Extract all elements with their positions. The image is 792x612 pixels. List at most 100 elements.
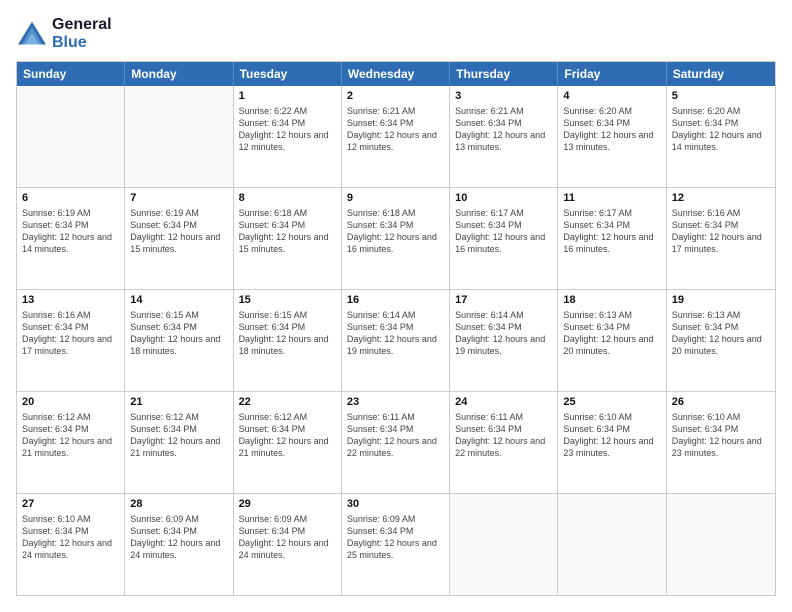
day-info: Sunrise: 6:22 AMSunset: 6:34 PMDaylight:… xyxy=(239,105,336,154)
day-number: 14 xyxy=(130,293,227,308)
day-number: 30 xyxy=(347,497,444,512)
calendar-cell: 23Sunrise: 6:11 AMSunset: 6:34 PMDayligh… xyxy=(342,392,450,493)
calendar-cell: 8Sunrise: 6:18 AMSunset: 6:34 PMDaylight… xyxy=(234,188,342,289)
day-number: 7 xyxy=(130,191,227,206)
day-number: 16 xyxy=(347,293,444,308)
calendar-cell xyxy=(667,494,775,595)
day-number: 21 xyxy=(130,395,227,410)
calendar-cell: 25Sunrise: 6:10 AMSunset: 6:34 PMDayligh… xyxy=(558,392,666,493)
calendar-cell: 1Sunrise: 6:22 AMSunset: 6:34 PMDaylight… xyxy=(234,86,342,187)
calendar-header: SundayMondayTuesdayWednesdayThursdayFrid… xyxy=(17,62,775,86)
day-number: 20 xyxy=(22,395,119,410)
calendar-cell: 18Sunrise: 6:13 AMSunset: 6:34 PMDayligh… xyxy=(558,290,666,391)
logo-line2: Blue xyxy=(52,34,112,52)
day-info: Sunrise: 6:10 AMSunset: 6:34 PMDaylight:… xyxy=(672,411,770,460)
calendar-row: 1Sunrise: 6:22 AMSunset: 6:34 PMDaylight… xyxy=(17,86,775,187)
day-info: Sunrise: 6:16 AMSunset: 6:34 PMDaylight:… xyxy=(22,309,119,358)
day-number: 18 xyxy=(563,293,660,308)
day-number: 25 xyxy=(563,395,660,410)
calendar-cell xyxy=(450,494,558,595)
logo-icon xyxy=(16,20,48,48)
calendar-cell: 4Sunrise: 6:20 AMSunset: 6:34 PMDaylight… xyxy=(558,86,666,187)
day-info: Sunrise: 6:12 AMSunset: 6:34 PMDaylight:… xyxy=(239,411,336,460)
weekday-header: Sunday xyxy=(17,62,125,86)
calendar-cell: 19Sunrise: 6:13 AMSunset: 6:34 PMDayligh… xyxy=(667,290,775,391)
day-number: 10 xyxy=(455,191,552,206)
calendar-cell: 7Sunrise: 6:19 AMSunset: 6:34 PMDaylight… xyxy=(125,188,233,289)
day-info: Sunrise: 6:17 AMSunset: 6:34 PMDaylight:… xyxy=(455,207,552,256)
day-number: 5 xyxy=(672,89,770,104)
day-number: 6 xyxy=(22,191,119,206)
day-number: 9 xyxy=(347,191,444,206)
day-info: Sunrise: 6:15 AMSunset: 6:34 PMDaylight:… xyxy=(239,309,336,358)
day-number: 4 xyxy=(563,89,660,104)
day-number: 26 xyxy=(672,395,770,410)
weekday-header: Monday xyxy=(125,62,233,86)
calendar-cell: 11Sunrise: 6:17 AMSunset: 6:34 PMDayligh… xyxy=(558,188,666,289)
day-info: Sunrise: 6:21 AMSunset: 6:34 PMDaylight:… xyxy=(455,105,552,154)
calendar-cell: 27Sunrise: 6:10 AMSunset: 6:34 PMDayligh… xyxy=(17,494,125,595)
day-info: Sunrise: 6:10 AMSunset: 6:34 PMDaylight:… xyxy=(22,513,119,562)
day-info: Sunrise: 6:13 AMSunset: 6:34 PMDaylight:… xyxy=(672,309,770,358)
day-info: Sunrise: 6:20 AMSunset: 6:34 PMDaylight:… xyxy=(672,105,770,154)
calendar-cell: 15Sunrise: 6:15 AMSunset: 6:34 PMDayligh… xyxy=(234,290,342,391)
logo: General Blue xyxy=(16,16,112,51)
day-info: Sunrise: 6:11 AMSunset: 6:34 PMDaylight:… xyxy=(455,411,552,460)
day-number: 2 xyxy=(347,89,444,104)
day-number: 8 xyxy=(239,191,336,206)
calendar-row: 20Sunrise: 6:12 AMSunset: 6:34 PMDayligh… xyxy=(17,391,775,493)
calendar-row: 6 Sunrise: 6:19 AMSunset: 6:34 PMDaylight… xyxy=(17,187,775,289)
day-number: 11 xyxy=(563,191,660,206)
day-info: Sunrise: 6:09 AMSunset: 6:34 PMDaylight:… xyxy=(347,513,444,562)
logo-line1: General xyxy=(52,16,112,34)
day-info: Sunrise: 6:12 AMSunset: 6:34 PMDaylight:… xyxy=(130,411,227,460)
calendar-cell: 3Sunrise: 6:21 AMSunset: 6:34 PMDaylight… xyxy=(450,86,558,187)
calendar-cell: 10Sunrise: 6:17 AMSunset: 6:34 PMDayligh… xyxy=(450,188,558,289)
calendar-cell: 9Sunrise: 6:18 AMSunset: 6:34 PMDaylight… xyxy=(342,188,450,289)
day-number: 29 xyxy=(239,497,336,512)
day-number: 15 xyxy=(239,293,336,308)
day-info: Sunrise: 6:11 AMSunset: 6:34 PMDaylight:… xyxy=(347,411,444,460)
day-info: Sunrise: 6:09 AMSunset: 6:34 PMDaylight:… xyxy=(130,513,227,562)
calendar-cell xyxy=(125,86,233,187)
weekday-header: Friday xyxy=(558,62,666,86)
calendar-cell: 21Sunrise: 6:12 AMSunset: 6:34 PMDayligh… xyxy=(125,392,233,493)
day-info: Sunrise: 6:21 AMSunset: 6:34 PMDaylight:… xyxy=(347,105,444,154)
calendar-cell: 13Sunrise: 6:16 AMSunset: 6:34 PMDayligh… xyxy=(17,290,125,391)
calendar-cell: 20Sunrise: 6:12 AMSunset: 6:34 PMDayligh… xyxy=(17,392,125,493)
day-number: 3 xyxy=(455,89,552,104)
calendar-cell: 14Sunrise: 6:15 AMSunset: 6:34 PMDayligh… xyxy=(125,290,233,391)
calendar-cell: 12Sunrise: 6:16 AMSunset: 6:34 PMDayligh… xyxy=(667,188,775,289)
calendar-cell: 5Sunrise: 6:20 AMSunset: 6:34 PMDaylight… xyxy=(667,86,775,187)
day-number: 24 xyxy=(455,395,552,410)
day-info: Sunrise: 6:14 AMSunset: 6:34 PMDaylight:… xyxy=(347,309,444,358)
calendar-cell: 6Sunrise: 6:19 AMSunset: 6:34 PMDaylight… xyxy=(17,188,125,289)
day-info: Sunrise: 6:17 AMSunset: 6:34 PMDaylight:… xyxy=(563,207,660,256)
day-info: Sunrise: 6:18 AMSunset: 6:34 PMDaylight:… xyxy=(239,207,336,256)
day-info: Sunrise: 6:19 AMSunset: 6:34 PMDaylight:… xyxy=(130,207,227,256)
day-number: 17 xyxy=(455,293,552,308)
calendar-cell: 17Sunrise: 6:14 AMSunset: 6:34 PMDayligh… xyxy=(450,290,558,391)
calendar-cell: 30Sunrise: 6:09 AMSunset: 6:34 PMDayligh… xyxy=(342,494,450,595)
calendar-cell: 26Sunrise: 6:10 AMSunset: 6:34 PMDayligh… xyxy=(667,392,775,493)
day-number: 27 xyxy=(22,497,119,512)
day-number: 13 xyxy=(22,293,119,308)
weekday-header: Tuesday xyxy=(234,62,342,86)
day-number: 19 xyxy=(672,293,770,308)
weekday-header: Saturday xyxy=(667,62,775,86)
day-info: Sunrise: 6:18 AMSunset: 6:34 PMDaylight:… xyxy=(347,207,444,256)
day-info: Sunrise: 6:09 AMSunset: 6:34 PMDaylight:… xyxy=(239,513,336,562)
calendar-row: 27Sunrise: 6:10 AMSunset: 6:34 PMDayligh… xyxy=(17,493,775,595)
day-info: Sunrise: 6:15 AMSunset: 6:34 PMDaylight:… xyxy=(130,309,227,358)
day-info: Sunrise: 6:10 AMSunset: 6:34 PMDaylight:… xyxy=(563,411,660,460)
calendar-cell: 2Sunrise: 6:21 AMSunset: 6:34 PMDaylight… xyxy=(342,86,450,187)
day-info: Sunrise: 6:12 AMSunset: 6:34 PMDaylight:… xyxy=(22,411,119,460)
day-number: 28 xyxy=(130,497,227,512)
calendar-cell: 16Sunrise: 6:14 AMSunset: 6:34 PMDayligh… xyxy=(342,290,450,391)
calendar-cell: 22Sunrise: 6:12 AMSunset: 6:34 PMDayligh… xyxy=(234,392,342,493)
day-number: 23 xyxy=(347,395,444,410)
calendar-cell: 24Sunrise: 6:11 AMSunset: 6:34 PMDayligh… xyxy=(450,392,558,493)
calendar-row: 13Sunrise: 6:16 AMSunset: 6:34 PMDayligh… xyxy=(17,289,775,391)
weekday-header: Wednesday xyxy=(342,62,450,86)
day-number: 22 xyxy=(239,395,336,410)
